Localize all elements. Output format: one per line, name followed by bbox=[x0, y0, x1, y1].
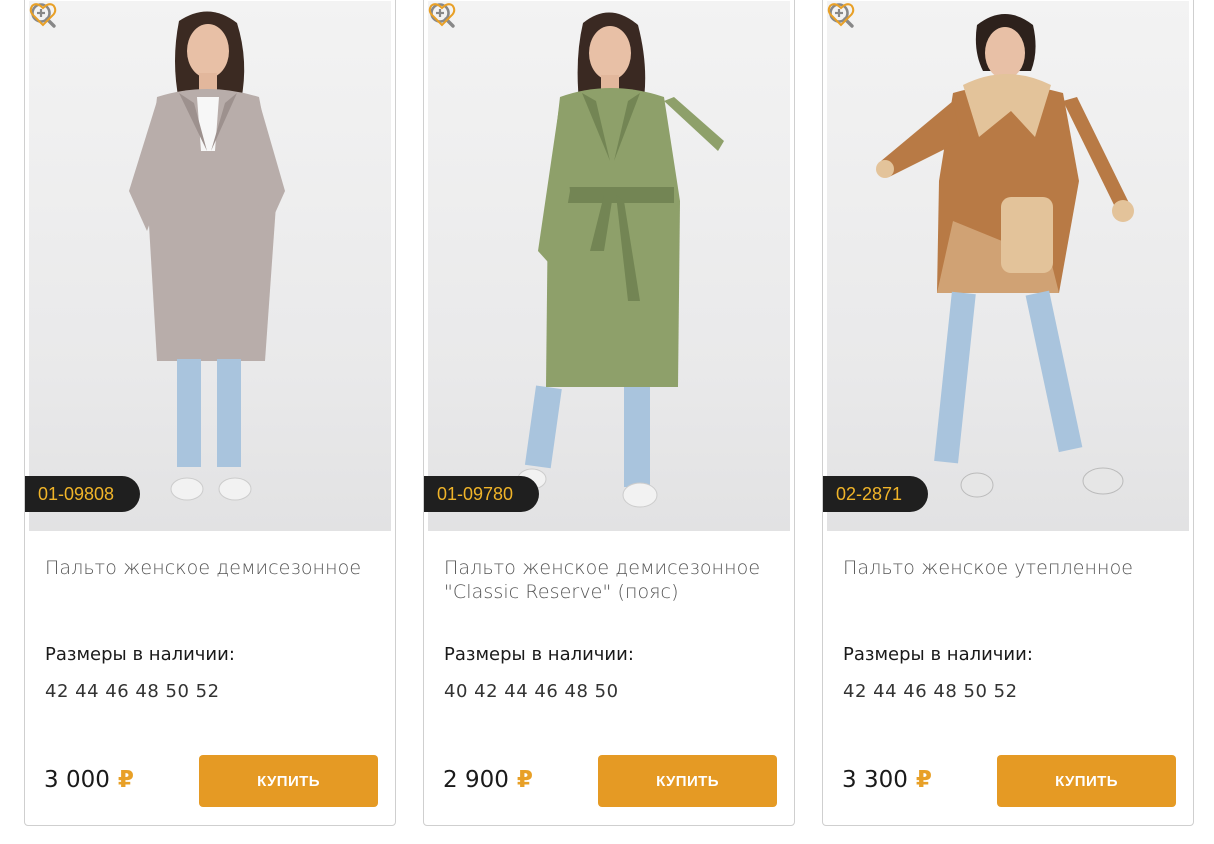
product-title[interactable]: Пальто женское демисезонное "Classic Res… bbox=[444, 556, 780, 604]
product-card[interactable]: 01-09808 Пальто женское демисезонное Раз… bbox=[24, 0, 396, 826]
price-value: 3 000 bbox=[44, 767, 110, 793]
sku-badge: 02-2871 bbox=[823, 476, 929, 512]
model-illustration bbox=[876, 14, 1134, 498]
product-title[interactable]: Пальто женское утепленное bbox=[843, 556, 1179, 580]
buy-button[interactable]: КУПИТЬ bbox=[199, 755, 378, 807]
ruble-icon: ₽ bbox=[516, 767, 533, 793]
sizes-values: 40 42 44 46 48 50 bbox=[444, 681, 619, 702]
sku-badge: 01-09780 bbox=[424, 476, 540, 512]
product-card[interactable]: 02-2871 Пальто женское утепленное Размер… bbox=[822, 0, 1194, 826]
ruble-icon: ₽ bbox=[117, 767, 134, 793]
model-illustration bbox=[129, 11, 285, 501]
sku-badge: 01-09808 bbox=[25, 476, 141, 512]
price: 2 900 ₽ bbox=[443, 767, 533, 793]
product-photo[interactable] bbox=[428, 1, 790, 531]
product-photo[interactable] bbox=[29, 1, 391, 531]
price-value: 2 900 bbox=[443, 767, 509, 793]
buy-button[interactable]: КУПИТЬ bbox=[598, 755, 777, 807]
price: 3 000 ₽ bbox=[44, 767, 134, 793]
price-value: 3 300 bbox=[842, 767, 908, 793]
sizes-values: 42 44 46 48 50 52 bbox=[45, 681, 220, 702]
product-title[interactable]: Пальто женское демисезонное bbox=[45, 556, 381, 580]
sizes-label: Размеры в наличии: bbox=[45, 644, 235, 665]
model-illustration bbox=[517, 12, 724, 508]
product-grid: 01-09808 Пальто женское демисезонное Раз… bbox=[0, 0, 1214, 844]
product-photo[interactable] bbox=[827, 1, 1189, 531]
ruble-icon: ₽ bbox=[915, 767, 932, 793]
sizes-values: 42 44 46 48 50 52 bbox=[843, 681, 1018, 702]
sizes-label: Размеры в наличии: bbox=[843, 644, 1033, 665]
favorite-heart-icon[interactable] bbox=[428, 1, 456, 27]
favorite-heart-icon[interactable] bbox=[29, 1, 57, 27]
buy-button[interactable]: КУПИТЬ bbox=[997, 755, 1176, 807]
price: 3 300 ₽ bbox=[842, 767, 932, 793]
product-card[interactable]: 01-09780 Пальто женское демисезонное "Cl… bbox=[423, 0, 795, 826]
favorite-heart-icon[interactable] bbox=[827, 1, 855, 27]
sizes-label: Размеры в наличии: bbox=[444, 644, 634, 665]
